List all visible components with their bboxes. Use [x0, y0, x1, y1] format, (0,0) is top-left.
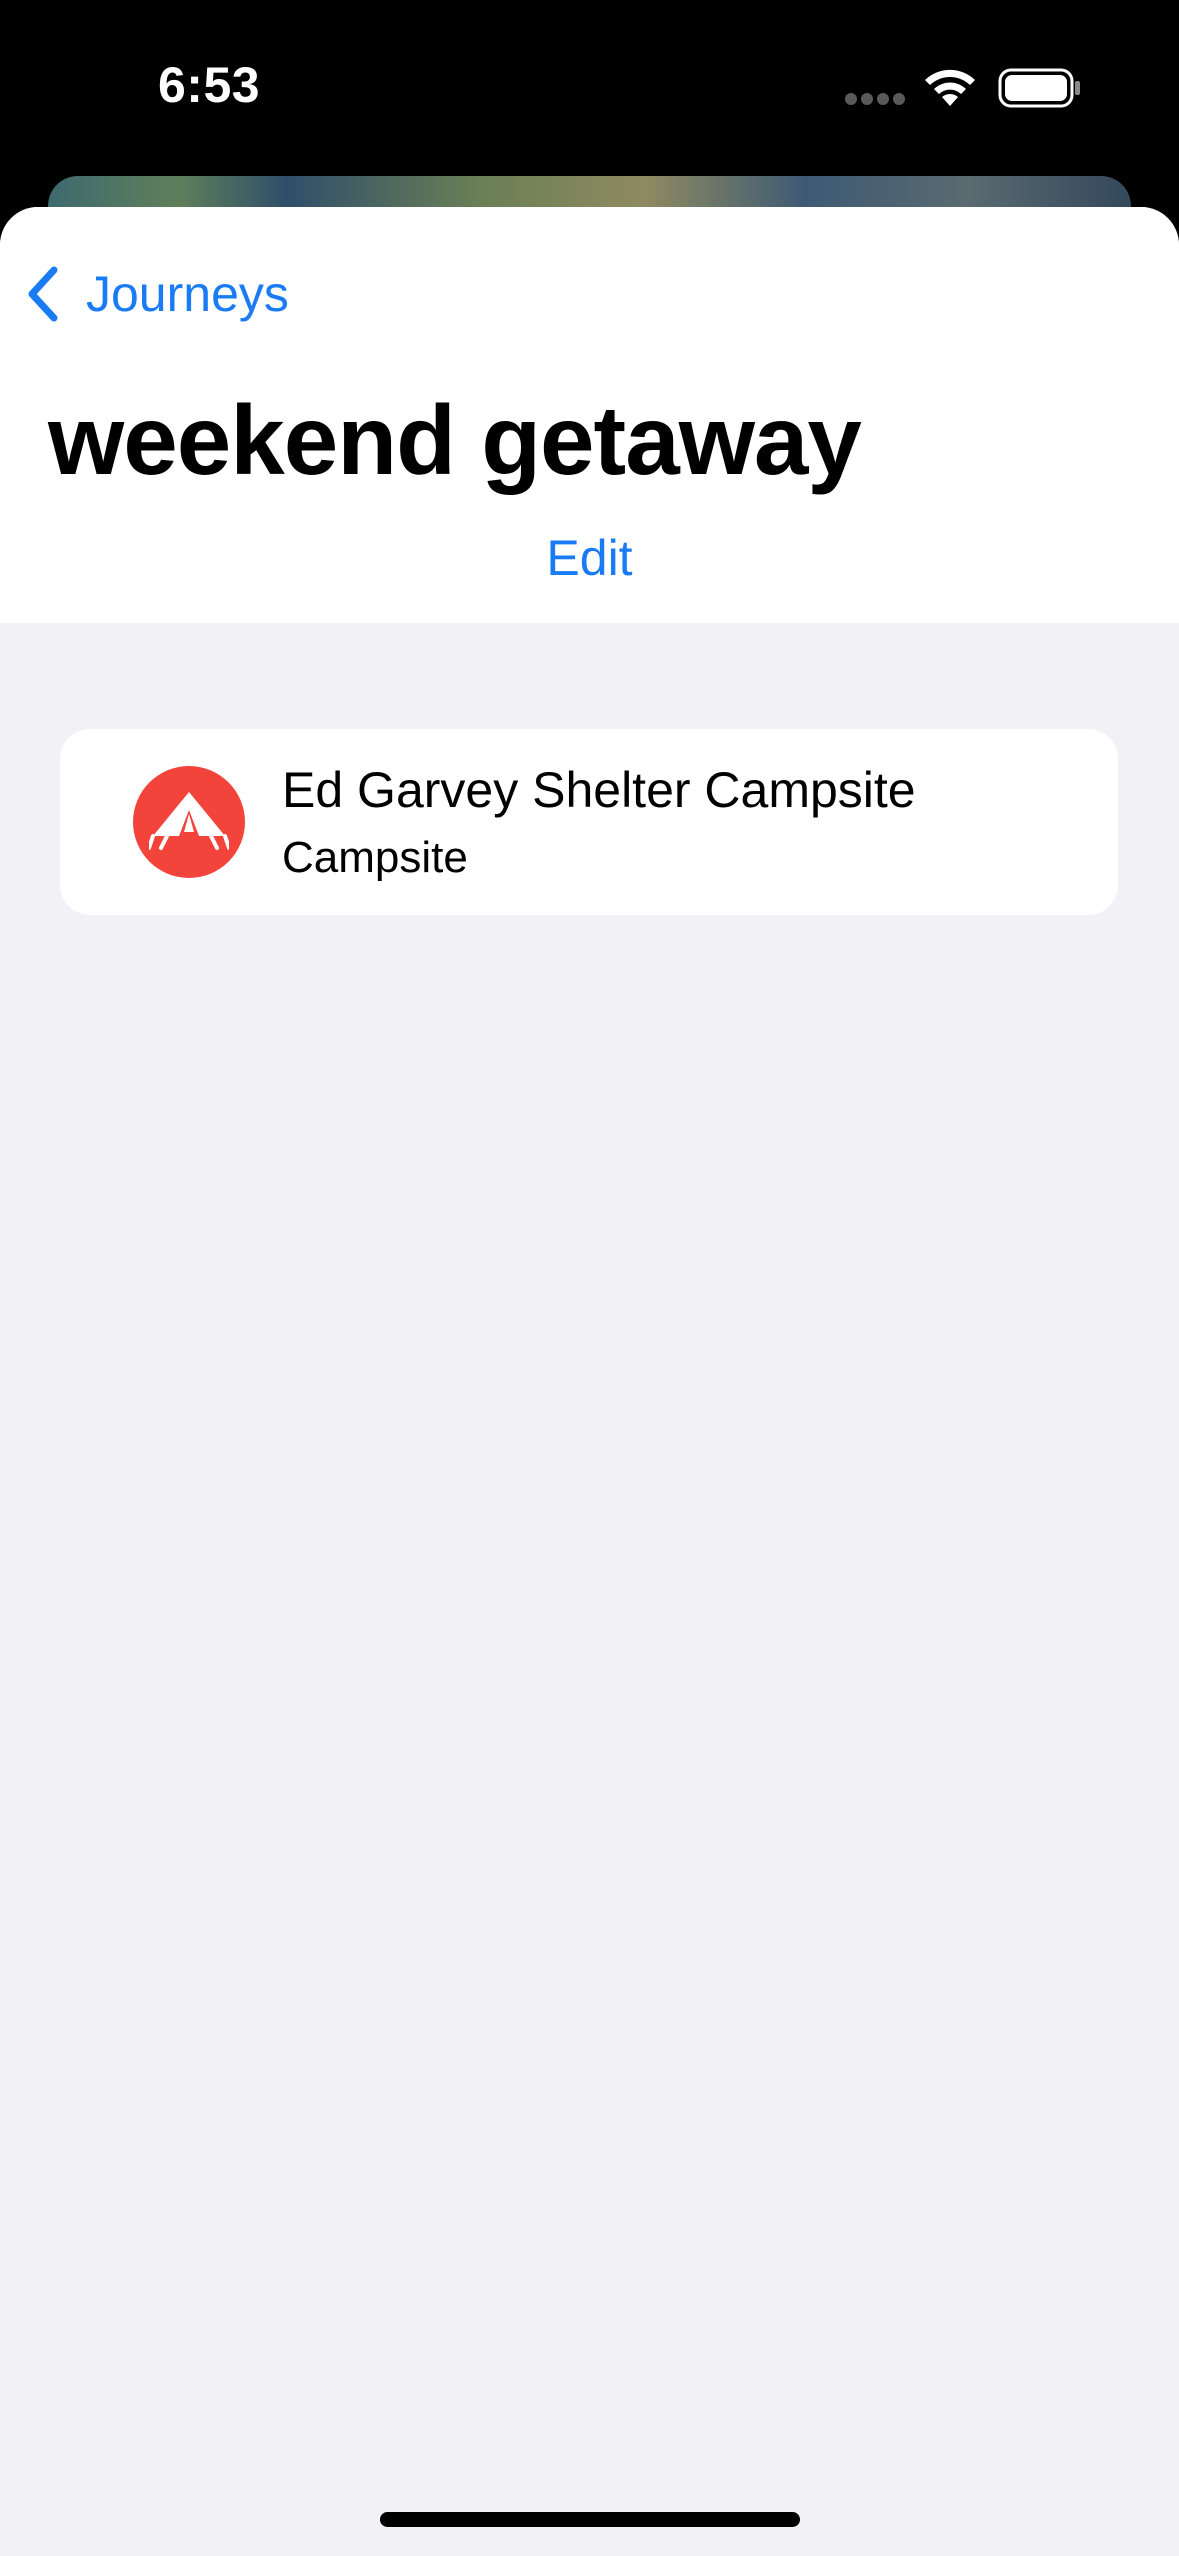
tent-icon [149, 792, 229, 850]
page-title: weekend getaway [48, 385, 862, 495]
place-type: Campsite [282, 833, 468, 882]
battery-icon [998, 68, 1080, 108]
sheet-header: Journeys weekend getaway Edit [0, 207, 1179, 623]
campsite-badge [133, 766, 245, 878]
place-name: Ed Garvey Shelter Campsite [282, 762, 916, 818]
chevron-left-icon [28, 266, 58, 322]
screen: 6:53 Journeys weekend getaway Edit Ed Ga… [0, 0, 1179, 2556]
status-time: 6:53 [158, 57, 261, 113]
back-label: Journeys [86, 266, 289, 322]
list-item[interactable]: Ed Garvey Shelter Campsite Campsite [60, 729, 1118, 915]
cellular-signal-icon [845, 93, 905, 105]
edit-button[interactable]: Edit [0, 529, 1179, 587]
journey-sheet: Journeys weekend getaway Edit Ed Garvey … [0, 207, 1179, 2556]
back-button[interactable]: Journeys [24, 259, 289, 329]
wifi-icon [925, 69, 975, 106]
home-indicator[interactable] [380, 2512, 800, 2527]
